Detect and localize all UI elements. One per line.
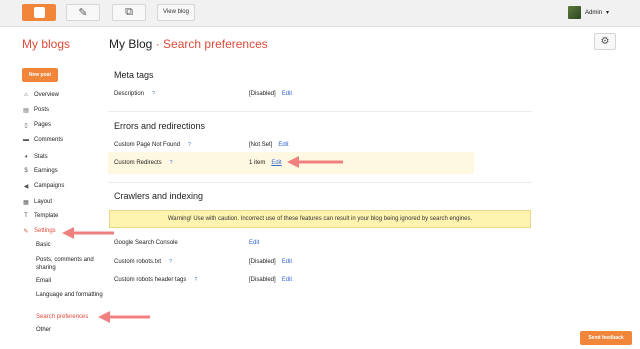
blog-name: My Blog bbox=[109, 37, 153, 51]
my-blogs-link[interactable]: My blogs bbox=[22, 37, 70, 51]
settings-sub-other[interactable]: Other bbox=[36, 326, 106, 334]
header-tags-value: [Disabled] bbox=[249, 277, 276, 283]
send-feedback-button[interactable]: Send feedback bbox=[580, 331, 632, 345]
settings-sub-language-formatting[interactable]: Language and formatting bbox=[36, 291, 106, 299]
robots-txt-value-cell: [Disabled] Edit bbox=[249, 259, 292, 265]
robots-txt-edit-link[interactable]: Edit bbox=[282, 259, 292, 265]
sidebar-item-posts[interactable]: ▤ Posts bbox=[22, 105, 49, 115]
not-found-row: Custom Page Not Found? bbox=[114, 142, 193, 149]
gsc-edit-link[interactable]: Edit bbox=[249, 240, 259, 246]
layout-icon: ▦ bbox=[23, 199, 29, 206]
custom-redirects-row: Custom Redirects? bbox=[114, 160, 175, 167]
pages-icon: ⧉ bbox=[125, 6, 133, 18]
account-menu[interactable]: Admin ▾ bbox=[568, 6, 609, 19]
avatar bbox=[568, 6, 581, 19]
blogger-logo-button[interactable] bbox=[22, 4, 56, 21]
new-post-button[interactable]: New post bbox=[22, 68, 58, 82]
dollar-icon: $ bbox=[24, 168, 28, 174]
divider bbox=[108, 111, 532, 112]
gsc-value-cell: Edit bbox=[249, 240, 259, 246]
sidebar-item-earnings[interactable]: $ Earnings bbox=[22, 166, 57, 176]
new-post-pencil-button[interactable]: ✎ bbox=[66, 4, 100, 21]
not-found-value: [Not Set] bbox=[249, 142, 273, 148]
description-edit-link[interactable]: Edit bbox=[282, 91, 292, 97]
custom-redirects-edit-link[interactable]: Edit bbox=[271, 160, 281, 166]
sidebar-item-comments[interactable]: ▬ Comments bbox=[22, 135, 63, 145]
help-icon[interactable]: ? bbox=[186, 142, 193, 149]
not-found-edit-link[interactable]: Edit bbox=[278, 142, 288, 148]
blogger-icon bbox=[34, 7, 45, 18]
not-found-value-cell: [Not Set] Edit bbox=[249, 142, 289, 148]
not-found-label: Custom Page Not Found bbox=[114, 142, 181, 148]
robots-txt-row: Custom robots.txt? bbox=[114, 259, 174, 266]
header-tags-edit-link[interactable]: Edit bbox=[282, 277, 292, 283]
pages-button[interactable]: ⧉ bbox=[112, 4, 146, 21]
help-icon[interactable]: ? bbox=[168, 160, 175, 167]
warning-banner: Warning! Use with caution. Incorrect use… bbox=[109, 210, 531, 228]
custom-redirects-value-cell: 1 item Edit bbox=[249, 160, 282, 166]
gsc-label: Google Search Console bbox=[114, 240, 178, 246]
sidebar-item-template[interactable]: T Template bbox=[22, 211, 58, 221]
divider bbox=[108, 182, 532, 183]
help-icon[interactable]: ? bbox=[150, 91, 157, 98]
wrench-icon: ✎ bbox=[23, 228, 29, 235]
meta-tags-heading: Meta tags bbox=[114, 70, 154, 80]
gsc-row: Google Search Console bbox=[114, 240, 178, 246]
chevron-down-icon: ▾ bbox=[606, 10, 610, 16]
robots-txt-label: Custom robots.txt bbox=[114, 259, 162, 265]
settings-sub-email[interactable]: Email bbox=[36, 277, 106, 285]
custom-redirects-value: 1 item bbox=[249, 160, 266, 166]
comments-icon: ▬ bbox=[23, 137, 29, 143]
sidebar-item-pages[interactable]: ▯ Pages bbox=[22, 120, 51, 130]
posts-icon: ▤ bbox=[23, 107, 29, 114]
sidebar-item-campaigns[interactable]: ◀ Campaigns bbox=[22, 181, 65, 191]
description-value: [Disabled] bbox=[249, 91, 276, 97]
header-tags-label: Custom robots header tags bbox=[114, 277, 187, 283]
sidebar-item-layout[interactable]: ▦ Layout bbox=[22, 197, 52, 207]
settings-sub-posts-comments-sharing[interactable]: Posts, comments and sharing bbox=[36, 256, 106, 272]
help-icon[interactable]: ? bbox=[167, 259, 174, 266]
page-name: Search preferences bbox=[163, 37, 268, 51]
view-blog-button[interactable]: View blog bbox=[157, 4, 195, 21]
title-separator: · bbox=[155, 37, 160, 51]
megaphone-icon: ◀ bbox=[23, 183, 29, 190]
template-icon: T bbox=[24, 213, 28, 219]
annotation-arrow-icon bbox=[62, 227, 114, 239]
header-tags-row: Custom robots header tags? bbox=[114, 277, 199, 284]
sidebar-item-stats[interactable]: ◕ Stats bbox=[22, 152, 48, 162]
header-tags-value-cell: [Disabled] Edit bbox=[249, 277, 292, 283]
description-row: Description? bbox=[114, 91, 157, 98]
sidebar-item-overview[interactable]: ⌂ Overview bbox=[22, 90, 59, 100]
gear-icon[interactable]: ⚙ bbox=[594, 33, 616, 50]
description-value-cell: [Disabled] Edit bbox=[249, 91, 292, 97]
pencil-icon: ✎ bbox=[78, 7, 88, 19]
description-label: Description bbox=[114, 91, 145, 97]
settings-sub-search-preferences[interactable]: Search preferences bbox=[36, 313, 106, 321]
stats-icon: ◕ bbox=[24, 154, 28, 160]
account-name: Admin bbox=[585, 9, 603, 16]
help-icon[interactable]: ? bbox=[192, 277, 199, 284]
errors-heading: Errors and redirections bbox=[114, 121, 206, 131]
pages-icon: ▯ bbox=[24, 122, 28, 129]
custom-redirects-label: Custom Redirects bbox=[114, 160, 162, 166]
robots-txt-value: [Disabled] bbox=[249, 259, 276, 265]
home-icon: ⌂ bbox=[24, 92, 28, 98]
top-bar: ✎ ⧉ View blog Admin ▾ bbox=[0, 0, 640, 27]
sidebar-item-settings[interactable]: ✎ Settings bbox=[22, 226, 55, 236]
crawlers-heading: Crawlers and indexing bbox=[114, 191, 204, 201]
page-title: My Blog · Search preferences bbox=[109, 37, 268, 51]
settings-sub-basic[interactable]: Basic bbox=[36, 241, 106, 249]
